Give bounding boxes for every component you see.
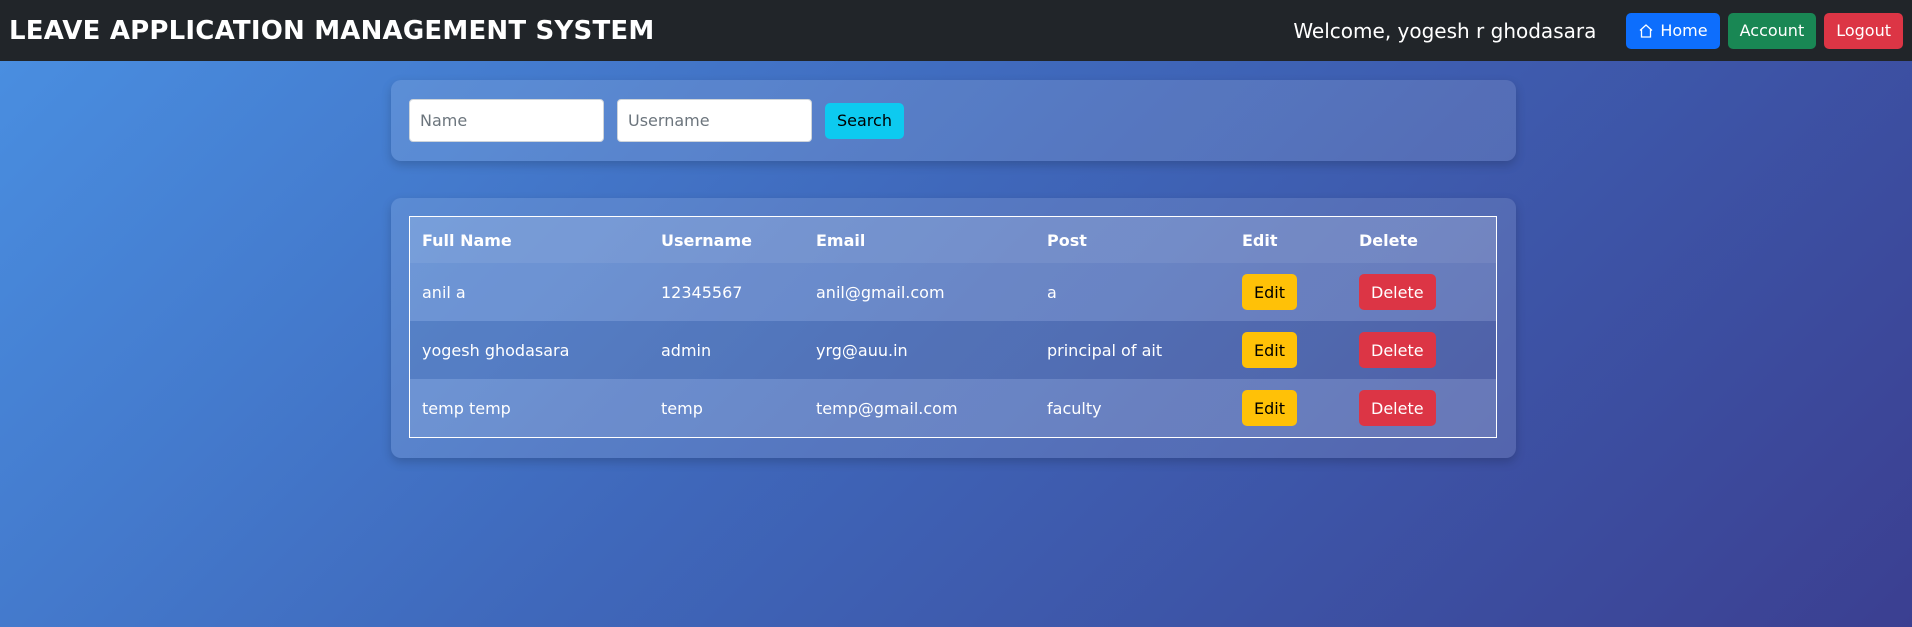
table-row: temp temp temp temp@gmail.com faculty Ed… <box>410 379 1496 437</box>
cell-delete: Delete <box>1347 321 1496 379</box>
table-row: anil a 12345567 anil@gmail.com a Edit De… <box>410 263 1496 321</box>
column-header-edit: Edit <box>1230 217 1347 263</box>
column-header-full-name: Full Name <box>410 217 649 263</box>
users-table: Full Name Username Email Post Edit Delet… <box>410 217 1496 437</box>
column-header-delete: Delete <box>1347 217 1496 263</box>
column-header-username: Username <box>649 217 804 263</box>
home-button[interactable]: Home <box>1626 12 1720 49</box>
app-title: LEAVE APPLICATION MANAGEMENT SYSTEM <box>9 15 655 46</box>
home-icon <box>1639 23 1653 38</box>
users-table-container: Full Name Username Email Post Edit Delet… <box>409 216 1497 438</box>
nav-right: Welcome, yogesh r ghodasara Home Account… <box>1293 12 1903 49</box>
cell-username: temp <box>661 398 703 418</box>
name-search-input[interactable] <box>409 99 604 142</box>
edit-button[interactable]: Edit <box>1242 332 1297 368</box>
edit-button[interactable]: Edit <box>1242 390 1297 426</box>
cell-email: anil@gmail.com <box>816 282 945 302</box>
users-table-panel: Full Name Username Email Post Edit Delet… <box>391 198 1516 458</box>
cell-edit: Edit <box>1230 379 1347 437</box>
cell-full-name: yogesh ghodasara <box>422 340 570 360</box>
welcome-text: Welcome, yogesh r ghodasara <box>1293 18 1597 43</box>
edit-button[interactable]: Edit <box>1242 274 1297 310</box>
cell-username: admin <box>661 340 712 360</box>
cell-post: principal of ait <box>1047 340 1163 360</box>
table-header-row: Full Name Username Email Post Edit Delet… <box>410 217 1496 263</box>
search-button[interactable]: Search <box>825 102 904 139</box>
cell-edit: Edit <box>1230 321 1347 379</box>
home-button-label: Home <box>1660 21 1708 40</box>
cell-email: yrg@auu.in <box>816 340 908 360</box>
cell-post: a <box>1047 282 1057 302</box>
username-search-input[interactable] <box>617 99 812 142</box>
cell-delete: Delete <box>1347 379 1496 437</box>
delete-button[interactable]: Delete <box>1359 332 1436 368</box>
cell-full-name: anil a <box>422 282 466 302</box>
cell-username: 12345567 <box>661 282 743 302</box>
table-row: yogesh ghodasara admin yrg@auu.in princi… <box>410 321 1496 379</box>
cell-full-name: temp temp <box>422 398 511 418</box>
delete-button[interactable]: Delete <box>1359 390 1436 426</box>
column-header-email: Email <box>804 217 1035 263</box>
delete-button[interactable]: Delete <box>1359 274 1436 310</box>
cell-delete: Delete <box>1347 263 1496 321</box>
cell-edit: Edit <box>1230 263 1347 321</box>
logout-button[interactable]: Logout <box>1824 12 1903 49</box>
search-form: Search <box>391 80 1516 161</box>
account-button[interactable]: Account <box>1727 12 1817 49</box>
cell-post: faculty <box>1047 398 1102 418</box>
top-navbar: LEAVE APPLICATION MANAGEMENT SYSTEM Welc… <box>0 0 1912 61</box>
cell-email: temp@gmail.com <box>816 398 958 418</box>
column-header-post: Post <box>1035 217 1230 263</box>
search-panel: Search <box>391 80 1516 161</box>
